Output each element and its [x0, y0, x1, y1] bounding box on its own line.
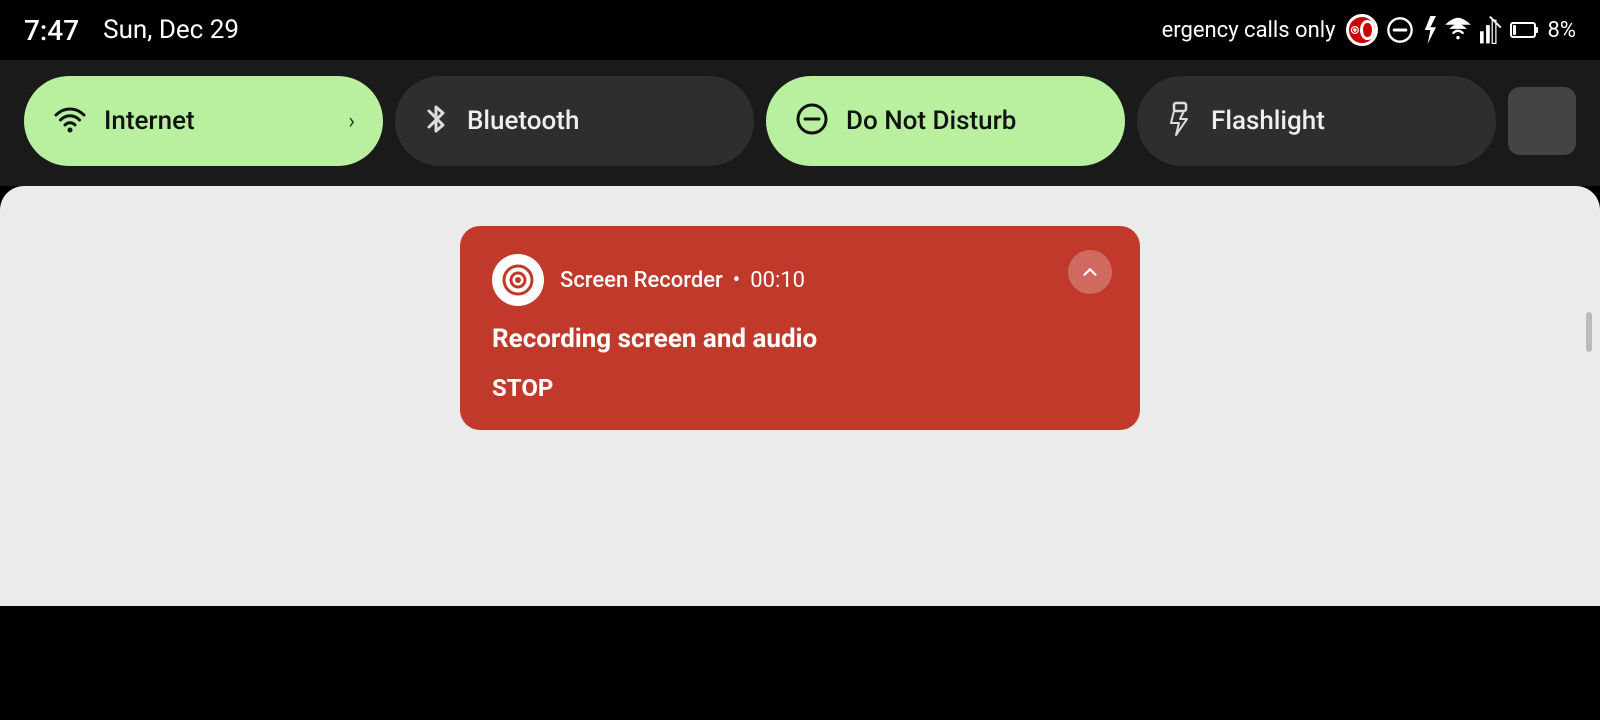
flash-status-icon — [1422, 16, 1436, 44]
status-left: 7:47 Sun, Dec 29 — [24, 14, 239, 47]
notification-time: 00:10 — [750, 268, 805, 293]
battery-icon — [1510, 16, 1540, 44]
notification-stop-button[interactable]: STOP — [492, 374, 1108, 402]
notification-title-group: Screen Recorder • 00:10 — [560, 268, 805, 293]
status-time: 7:47 — [24, 14, 79, 47]
notification-body: Recording screen and audio — [492, 324, 1108, 354]
tile-dnd-label: Do Not Disturb — [846, 106, 1016, 136]
notification-header: Screen Recorder • 00:10 — [492, 254, 1108, 306]
scroll-indicator — [1586, 312, 1592, 352]
quick-tiles-row: Internet › Bluetooth Do Not Disturb F — [0, 60, 1600, 186]
dnd-status-icon — [1386, 16, 1414, 44]
chevron-right-icon: › — [348, 109, 355, 134]
status-bar: 7:47 Sun, Dec 29 ergency calls only — [0, 0, 1600, 60]
screen-recorder-icon — [492, 254, 544, 306]
record-icon — [1346, 14, 1378, 46]
notification-area: Screen Recorder • 00:10 Recording screen… — [0, 186, 1600, 606]
wifi-icon — [52, 101, 88, 141]
status-icons: 8% — [1346, 14, 1576, 46]
status-date: Sun, Dec 29 — [103, 15, 239, 45]
tile-internet[interactable]: Internet › — [24, 76, 383, 166]
notification-card: Screen Recorder • 00:10 Recording screen… — [460, 226, 1140, 430]
emergency-text: ergency calls only — [1162, 18, 1336, 43]
dnd-icon — [794, 101, 830, 141]
flashlight-icon — [1165, 101, 1195, 141]
signal-icon — [1480, 16, 1502, 44]
tile-internet-label: Internet — [104, 106, 195, 136]
tile-flashlight[interactable]: Flashlight — [1137, 76, 1496, 166]
wifi-status-icon — [1444, 16, 1472, 44]
notification-app-name: Screen Recorder — [560, 268, 723, 293]
notification-dot: • — [733, 268, 740, 293]
tile-bluetooth[interactable]: Bluetooth — [395, 76, 754, 166]
bluetooth-icon — [423, 101, 451, 141]
tile-flashlight-label: Flashlight — [1211, 106, 1325, 136]
tile-bluetooth-label: Bluetooth — [467, 106, 579, 136]
status-right: ergency calls only — [1162, 14, 1576, 46]
battery-text: 8% — [1548, 18, 1576, 43]
tile-dnd[interactable]: Do Not Disturb — [766, 76, 1125, 166]
extra-tile[interactable] — [1508, 87, 1576, 155]
notification-expand-button[interactable] — [1068, 250, 1112, 294]
